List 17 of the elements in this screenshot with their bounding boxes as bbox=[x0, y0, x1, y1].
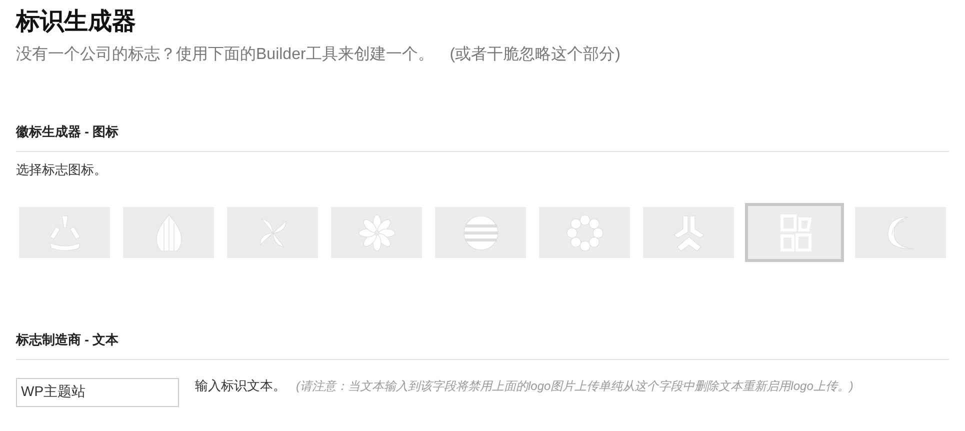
logo-icon-option[interactable] bbox=[331, 207, 422, 258]
field-label: 输入标识文本。 bbox=[195, 377, 286, 396]
page-subtitle: 没有一个公司的标志？使用下面的Builder工具来创建一个。 (或者干脆忽略这个部分) bbox=[16, 44, 622, 65]
field-note: (请注意：当文本输入到该字段将禁用上面的logo图片上传单纯从这个字段中删除文本重新启用logo上传。) bbox=[296, 378, 854, 395]
logo-icon-option[interactable] bbox=[745, 203, 844, 262]
section-heading: 标志制造商 - 文本 bbox=[16, 331, 120, 349]
instruction-text: 选择标志图标。 bbox=[16, 160, 108, 178]
page-title: 标识生成器 bbox=[16, 7, 137, 37]
logo-icon-option[interactable] bbox=[539, 207, 630, 258]
section-heading: 徽标生成器 - 图标 bbox=[16, 123, 120, 141]
logo-icon-option[interactable] bbox=[227, 207, 318, 258]
logo-icon-option[interactable] bbox=[19, 207, 110, 258]
logo-icon-option[interactable] bbox=[855, 207, 946, 258]
logo-icon-option[interactable] bbox=[435, 207, 526, 258]
logo-icon-option[interactable] bbox=[643, 207, 734, 258]
logo-text-field[interactable]: WP主题站 bbox=[16, 378, 179, 406]
logo-icon-option[interactable] bbox=[123, 207, 214, 258]
